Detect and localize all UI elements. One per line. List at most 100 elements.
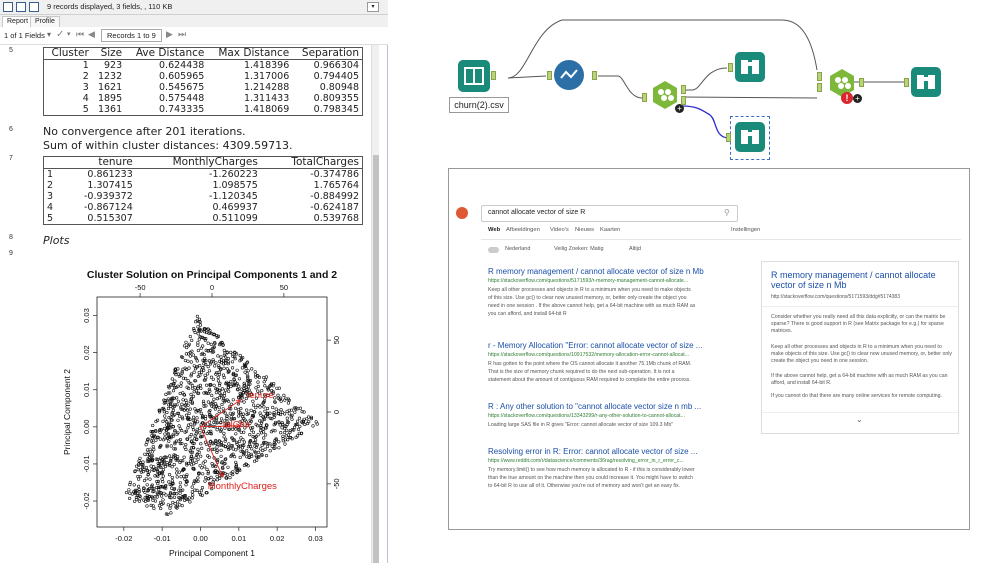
search-box[interactable]: cannot allocate vector of size R ⚲ (481, 205, 738, 222)
output-anchor[interactable] (592, 71, 597, 80)
scatter-point (205, 467, 209, 471)
output-anchor[interactable] (491, 71, 496, 80)
layout-split-icon[interactable] (16, 2, 26, 12)
scatter-point (212, 359, 216, 364)
output-anchor[interactable] (859, 78, 864, 87)
scatter-point (222, 435, 226, 439)
tab-images[interactable]: Afbeeldingen (506, 227, 540, 233)
records-range-box[interactable]: Records 1 to 9 (101, 29, 162, 42)
tab-videos[interactable]: Video's (550, 227, 569, 233)
browse-tool[interactable] (735, 52, 765, 82)
scatter-point (244, 366, 248, 370)
search-result[interactable]: Resolving error in R: Error: cannot allo… (488, 447, 753, 490)
scatter-point (175, 467, 179, 471)
scatter-point (256, 450, 261, 454)
region-filter[interactable]: Nederland (505, 246, 530, 252)
tab-report[interactable]: Report (2, 16, 34, 27)
last-record-icon[interactable]: ⏭ (178, 29, 186, 40)
scatter-point (227, 442, 231, 446)
next-record-icon[interactable]: ▶ (166, 29, 173, 40)
search-input[interactable]: cannot allocate vector of size R (488, 209, 585, 216)
prev-record-icon[interactable]: ◀ (88, 29, 95, 40)
search-result[interactable]: r - Memory Allocation "Error: cannot all… (488, 341, 753, 384)
checkmark-icon[interactable]: ✓ (56, 29, 64, 40)
scatter-point (188, 435, 192, 439)
scatter-point (127, 488, 131, 492)
result-title-link[interactable]: R : Any other solution to "cannot alloca… (488, 402, 753, 411)
dropdown-arrow-icon[interactable]: ▾ (47, 30, 51, 39)
tab-news[interactable]: Nieuws (575, 227, 594, 233)
result-title-link[interactable]: Resolving error in R: Error: cannot allo… (488, 447, 753, 456)
input-data-tool[interactable] (458, 60, 490, 92)
scatter-point (190, 338, 194, 342)
x-tick-label: -0.02 (115, 534, 132, 543)
result-url[interactable]: https://stackoverflow.com/questions/1334… (488, 413, 753, 419)
search-result[interactable]: R : Any other solution to "cannot alloca… (488, 402, 753, 429)
browse-tool[interactable] (911, 67, 941, 97)
expand-chevron-icon[interactable]: ⌄ (856, 415, 863, 424)
settings-menu[interactable]: Instellingen (731, 227, 760, 233)
scatter-point (283, 430, 287, 435)
input-anchor[interactable] (817, 72, 822, 81)
browse-tool-selected[interactable] (735, 122, 765, 152)
layout-rows-icon[interactable] (29, 2, 39, 12)
input-anchor[interactable] (728, 63, 733, 72)
x-tick-label: 0.00 (193, 534, 208, 543)
safe-search-filter[interactable]: Veilig Zoeken: Matig (554, 246, 604, 252)
scatter-point (282, 393, 286, 397)
scatter-point (173, 379, 177, 383)
first-record-icon[interactable]: ⏮ (76, 29, 84, 40)
search-icon[interactable]: ⚲ (724, 208, 730, 217)
input-anchor[interactable] (642, 93, 647, 102)
error-icon[interactable]: ! (841, 92, 853, 104)
output-anchor[interactable] (681, 85, 686, 94)
options-dropdown-icon[interactable]: ▾ (367, 2, 379, 12)
scatter-point (268, 449, 272, 453)
row-number: 9 (9, 250, 13, 257)
search-result[interactable]: R memory management / cannot allocate ve… (488, 267, 753, 318)
scatter-point (179, 381, 183, 385)
fields-selector[interactable]: 1 of 1 Fields (4, 31, 45, 40)
search-tabs: Web Afbeeldingen Video's Nieuws Kaarten … (488, 227, 760, 237)
input-anchor[interactable] (904, 78, 909, 87)
transform-tool[interactable] (554, 60, 584, 90)
scatter-point (144, 466, 148, 470)
scatter-point (264, 433, 268, 437)
dropdown-arrow-icon-2[interactable]: ▾ (67, 30, 71, 38)
result-url[interactable]: https://stackoverflow.com/questions/5171… (488, 278, 753, 284)
tab-maps[interactable]: Kaarten (600, 227, 620, 233)
chart-line-icon (560, 69, 578, 79)
vertical-scrollbar[interactable] (371, 45, 379, 563)
right-tick-label: 0 (332, 410, 341, 414)
scatter-point (254, 406, 258, 410)
input-anchor[interactable] (726, 133, 731, 142)
layout-single-icon[interactable] (3, 2, 13, 12)
sidebar-url[interactable]: http://stackoverflow.com/questions/51715… (771, 294, 900, 300)
table-cell: 0.624438 (159, 60, 205, 71)
binoculars-icon (917, 75, 935, 89)
scatter-point (256, 403, 260, 407)
scatter-point (158, 430, 162, 434)
duckduckgo-logo-icon[interactable] (456, 207, 468, 219)
scatter-point (136, 477, 141, 481)
scatter-point (250, 367, 254, 371)
time-filter[interactable]: Altijd (629, 246, 641, 252)
scrollbar-thumb[interactable] (373, 155, 379, 563)
row-number: 5 (9, 47, 13, 54)
scatter-point (237, 439, 242, 443)
result-title-link[interactable]: r - Memory Allocation "Error: cannot all… (488, 341, 753, 350)
tab-profile[interactable]: Profile (30, 16, 60, 27)
region-toggle[interactable] (488, 247, 499, 253)
input-anchor[interactable] (547, 71, 552, 80)
output-anchor[interactable] (681, 96, 686, 105)
result-url[interactable]: https://www.reddit.com/r/datascience/com… (488, 458, 753, 464)
result-url[interactable]: https://stackoverflow.com/questions/1091… (488, 352, 753, 358)
result-title-link[interactable]: R memory management / cannot allocate ve… (488, 267, 753, 276)
tab-web[interactable]: Web (488, 227, 500, 233)
scatter-point (196, 332, 200, 336)
right-tick-label: -50 (332, 478, 341, 489)
sidebar-title[interactable]: R memory management / cannot allocate ve… (771, 270, 951, 290)
input-anchor[interactable] (817, 83, 822, 92)
table-cell: -0.624187 (310, 202, 359, 213)
scatter-point (298, 424, 302, 428)
